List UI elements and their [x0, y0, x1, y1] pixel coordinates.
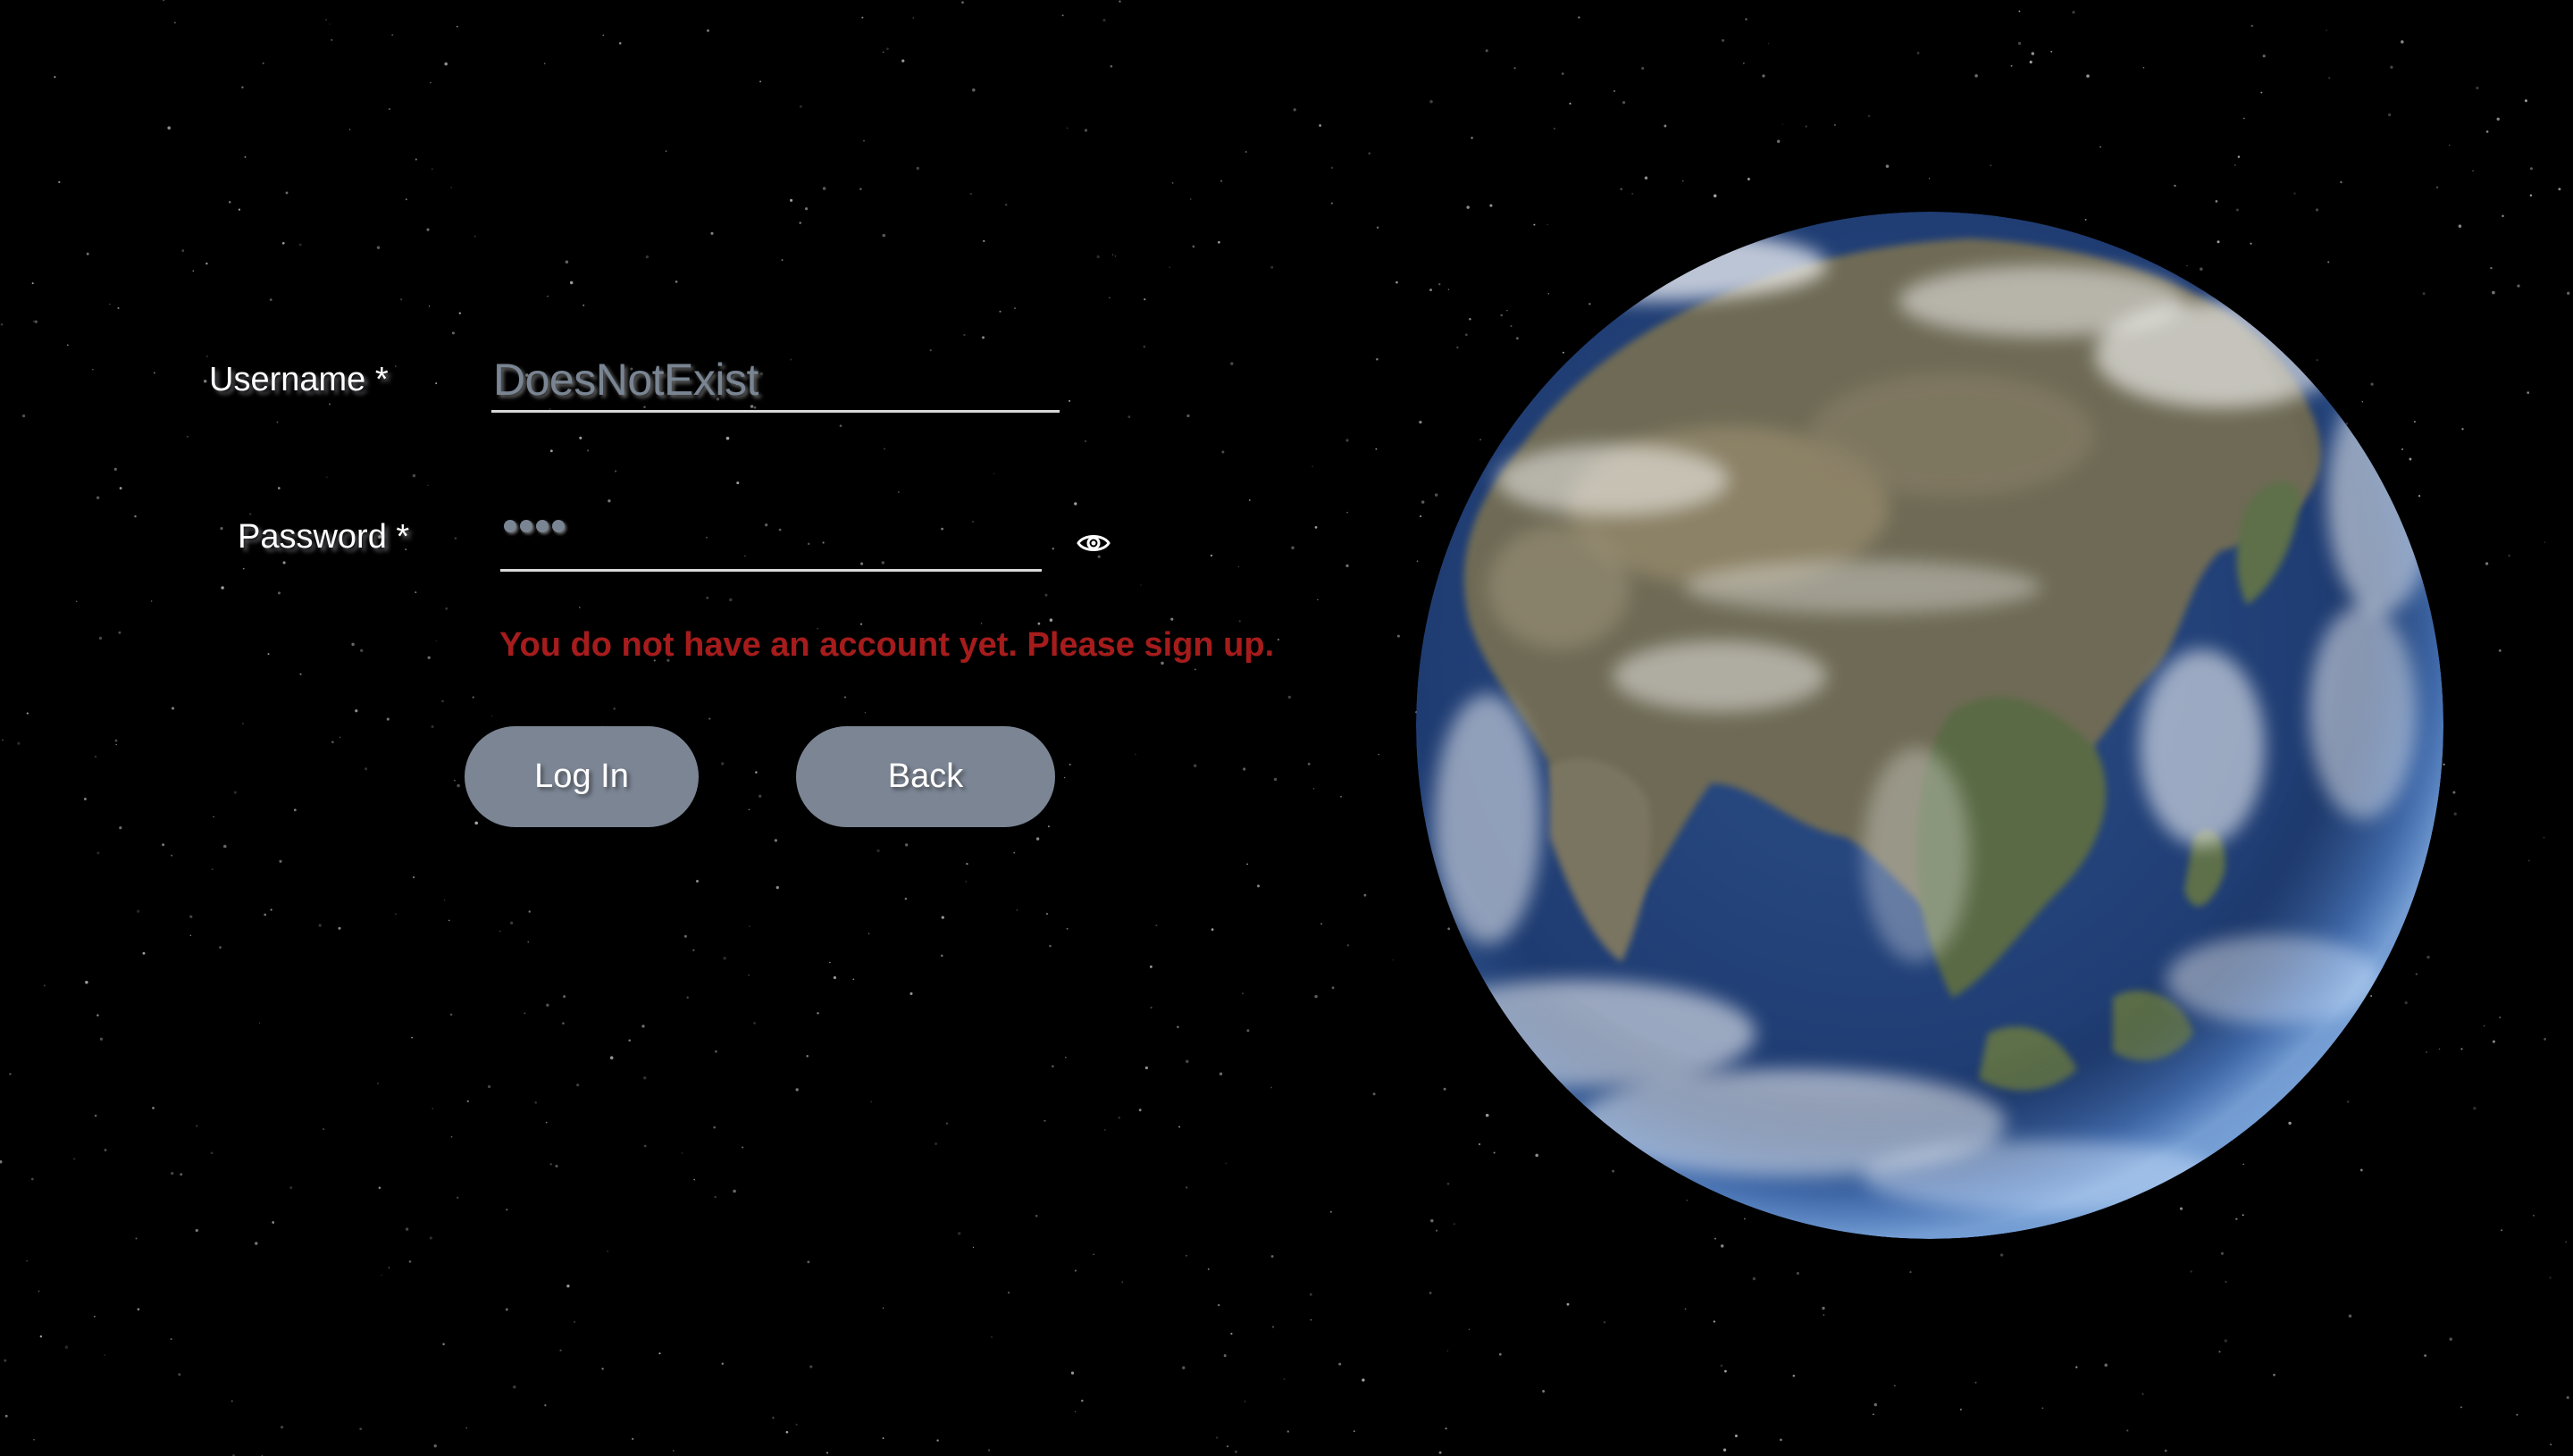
earth-globe: [1354, 149, 2506, 1301]
login-form: Username * Password * You do not have an…: [0, 0, 1340, 1456]
password-input[interactable]: [500, 515, 1042, 572]
password-mask-dot: [520, 520, 532, 532]
earth-globe-image: [1416, 212, 2443, 1239]
username-input[interactable]: [491, 348, 1060, 413]
login-button[interactable]: Log In: [465, 726, 699, 827]
back-button[interactable]: Back: [796, 726, 1055, 827]
password-mask-dot: [504, 520, 516, 532]
error-message: You do not have an account yet. Please s…: [499, 626, 1275, 664]
password-label: Password *: [238, 518, 410, 556]
password-mask-dot: [552, 520, 565, 532]
password-mask: [504, 520, 565, 532]
password-mask-dot: [536, 520, 549, 532]
eye-icon[interactable]: [1076, 525, 1111, 561]
username-label: Username *: [209, 361, 389, 398]
